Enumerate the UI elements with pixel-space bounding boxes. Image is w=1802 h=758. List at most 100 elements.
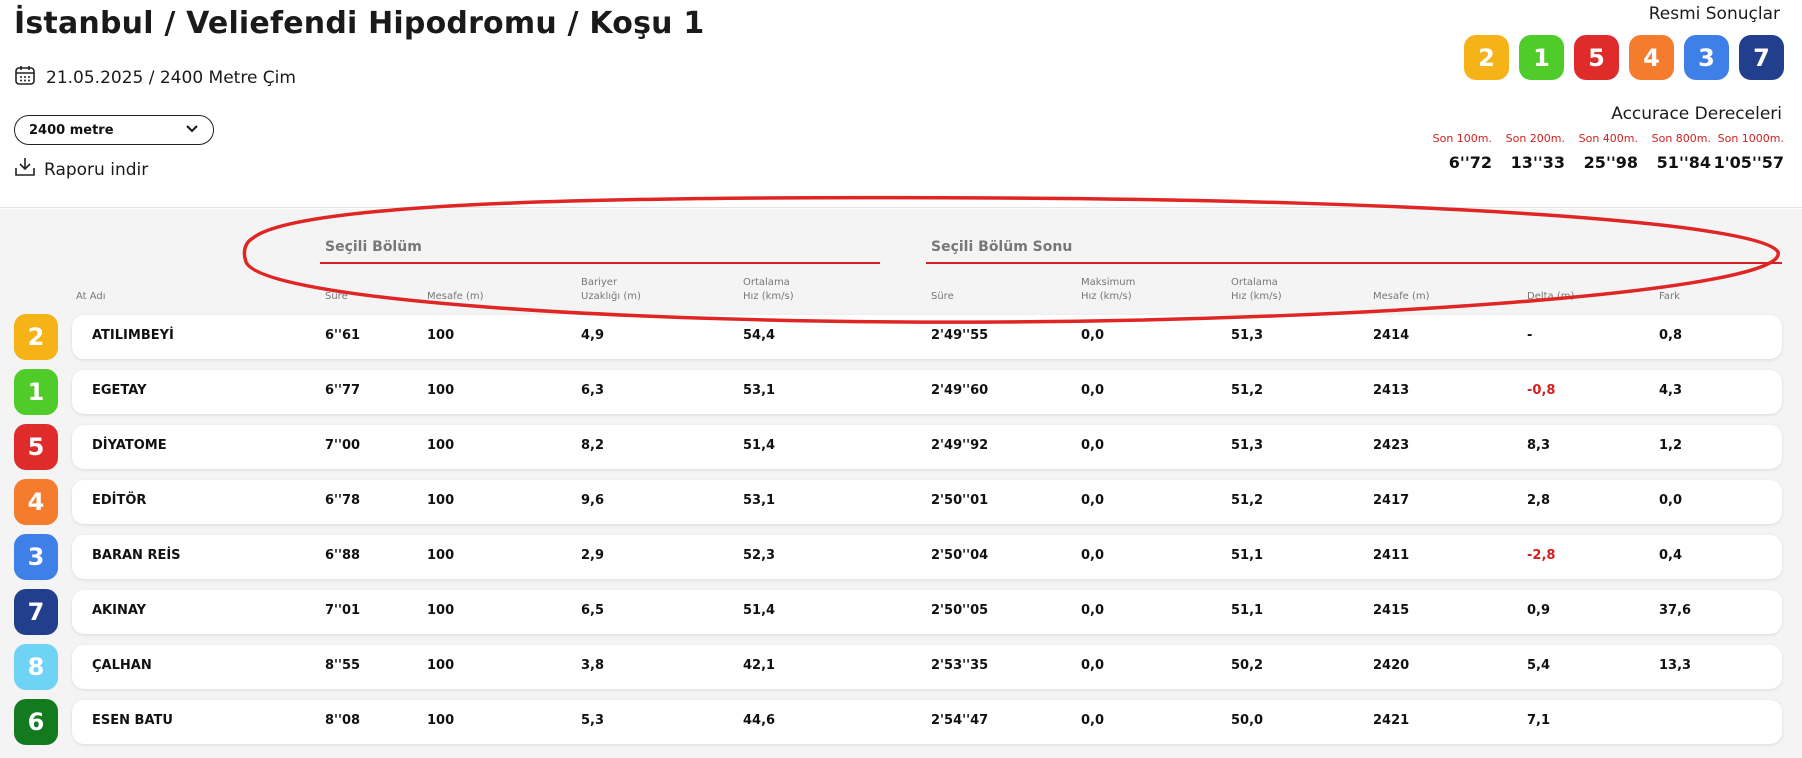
cell-time: 7''01 xyxy=(325,603,361,618)
cell-end-time: 2'49''60 xyxy=(931,383,989,398)
col-delta: Delta (m) xyxy=(1527,291,1575,302)
cell-distance: 100 xyxy=(427,438,455,453)
cell-barrier-distance: 5,3 xyxy=(581,713,605,728)
cell-delta: -2,8 xyxy=(1527,548,1556,563)
cell-avg-speed: 44,6 xyxy=(743,713,776,728)
cell-end-distance: 2420 xyxy=(1373,658,1410,673)
cell-diff: 37,6 xyxy=(1659,603,1692,618)
distance-select[interactable]: 2400 metre xyxy=(14,115,214,145)
cell-end-distance: 2414 xyxy=(1373,328,1410,343)
cell-barrier-distance: 6,5 xyxy=(581,603,605,618)
table-row[interactable]: 1 EGETAY 6''77 100 6,3 53,1 2'49''60 0,0 51,2 241… xyxy=(0,369,1802,415)
cell-end-avg-speed: 51,2 xyxy=(1231,493,1264,508)
accuracy-item-value: 51''84 xyxy=(1656,153,1711,172)
accuracy-item-label: Son 1000m. xyxy=(1717,132,1784,145)
cell-end-avg-speed: 50,0 xyxy=(1231,713,1264,728)
section-selected-underline xyxy=(320,262,880,264)
cell-avg-speed: 53,1 xyxy=(743,383,776,398)
cell-end-time: 2'50''01 xyxy=(931,493,989,508)
accuracy-label: Accurace Dereceleri xyxy=(1611,104,1782,124)
cell-delta: - xyxy=(1527,328,1533,343)
cell-max-speed: 0,0 xyxy=(1081,328,1105,343)
accuracy-item-value: 13''33 xyxy=(1510,153,1565,172)
cell-diff: 0,0 xyxy=(1659,493,1683,508)
cell-diff: 0,8 xyxy=(1659,328,1683,343)
cell-end-avg-speed: 51,3 xyxy=(1231,328,1264,343)
cell-end-time: 2'54''47 xyxy=(931,713,989,728)
table-row[interactable]: 3 BARAN REİS 6''88 100 2,9 52,3 2'50''04 0,0 51,… xyxy=(0,534,1802,580)
table-row[interactable]: 6 ESEN BATU 8''08 100 5,3 44,6 2'54''47 0,0 50,0… xyxy=(0,699,1802,745)
accuracy-item-label: Son 100m. xyxy=(1432,132,1492,145)
cell-horse-name: ÇALHAN xyxy=(92,658,152,673)
table-row[interactable]: 2 ATILIMBEYİ 6''61 100 4,9 54,4 2'49''55 0,0 51,… xyxy=(0,314,1802,360)
accuracy-item-label: Son 800m. xyxy=(1651,132,1711,145)
table-row[interactable]: 7 AKINAY 7''01 100 6,5 51,4 2'50''05 0,0 51,1 241… xyxy=(0,589,1802,635)
cell-max-speed: 0,0 xyxy=(1081,383,1105,398)
table-row[interactable]: 5 DİYATOME 7''00 100 8,2 51,4 2'49''92 0,0 51,3 2… xyxy=(0,424,1802,470)
cell-horse-name: ESEN BATU xyxy=(92,713,173,728)
table-row[interactable]: 4 EDİTÖR 6''78 100 9,6 53,1 2'50''01 0,0 51,2 241… xyxy=(0,479,1802,525)
cell-end-avg-speed: 50,2 xyxy=(1231,658,1264,673)
cell-end-distance: 2411 xyxy=(1373,548,1410,563)
table-row[interactable]: 8 ÇALHAN 8''55 100 3,8 42,1 2'53''35 0,0 50,2 242… xyxy=(0,644,1802,690)
cell-max-speed: 0,0 xyxy=(1081,438,1105,453)
cell-delta: -0,8 xyxy=(1527,383,1556,398)
race-date-info: 21.05.2025 / 2400 Metre Çim xyxy=(14,64,296,91)
cell-distance: 100 xyxy=(427,493,455,508)
cell-avg-speed: 42,1 xyxy=(743,658,776,673)
col-avg-line2: Hız (km/s) xyxy=(743,291,794,302)
accuracy-item-value: 25''98 xyxy=(1583,153,1638,172)
col-end-avg-line2: Hız (km/s) xyxy=(1231,291,1282,302)
col-diff: Fark xyxy=(1659,291,1680,302)
cell-barrier-distance: 8,2 xyxy=(581,438,605,453)
cell-diff: 0,4 xyxy=(1659,548,1683,563)
cell-delta: 5,4 xyxy=(1527,658,1551,673)
cell-diff: 4,3 xyxy=(1659,383,1683,398)
cell-time: 7''00 xyxy=(325,438,361,453)
accuracy-item: Son 1000m. 1'05''57 xyxy=(1711,132,1784,172)
accuracy-item: Son 100m. 6''72 xyxy=(1419,132,1492,172)
chevron-down-icon xyxy=(185,123,199,138)
col-end-distance: Mesafe (m) xyxy=(1373,291,1430,302)
col-barrier-line2: Uzaklığı (m) xyxy=(581,291,641,302)
result-badge: 7 xyxy=(1739,35,1784,80)
accuracy-item: Son 800m. 51''84 xyxy=(1638,132,1711,172)
download-report-button[interactable]: Raporu indir xyxy=(14,157,148,182)
date-distance-text: 21.05.2025 / 2400 Metre Çim xyxy=(46,67,296,88)
section-selected-end-underline xyxy=(926,262,1782,264)
cell-end-time: 2'49''92 xyxy=(931,438,989,453)
result-badge: 3 xyxy=(1684,35,1729,80)
download-icon xyxy=(14,157,36,182)
section-selected-end-title: Seçili Bölüm Sonu xyxy=(931,239,1073,255)
col-end-time: Süre xyxy=(931,291,954,302)
cell-delta: 7,1 xyxy=(1527,713,1551,728)
cell-delta: 2,8 xyxy=(1527,493,1551,508)
cell-horse-name: BARAN REİS xyxy=(92,548,181,563)
cell-time: 6''77 xyxy=(325,383,361,398)
cell-time: 6''61 xyxy=(325,328,361,343)
cell-time: 8''08 xyxy=(325,713,361,728)
result-badge: 2 xyxy=(1464,35,1509,80)
col-barrier-line1: Bariyer xyxy=(581,277,618,288)
cell-end-time: 2'49''55 xyxy=(931,328,989,343)
cell-end-time: 2'50''04 xyxy=(931,548,989,563)
cell-horse-name: EDİTÖR xyxy=(92,493,147,508)
col-time: Süre xyxy=(325,291,348,302)
cell-end-avg-speed: 51,2 xyxy=(1231,383,1264,398)
official-results-list: 215437 xyxy=(1464,35,1784,80)
calendar-icon xyxy=(14,64,36,91)
cell-distance: 100 xyxy=(427,603,455,618)
cell-barrier-distance: 3,8 xyxy=(581,658,605,673)
cell-time: 6''88 xyxy=(325,548,361,563)
horse-number-badge: 5 xyxy=(14,424,58,470)
cell-avg-speed: 52,3 xyxy=(743,548,776,563)
cell-diff: 1,2 xyxy=(1659,438,1683,453)
col-distance: Mesafe (m) xyxy=(427,291,484,302)
cell-end-time: 2'53''35 xyxy=(931,658,989,673)
cell-diff: 13,3 xyxy=(1659,658,1692,673)
accuracy-item-value: 1'05''57 xyxy=(1713,153,1784,172)
cell-end-avg-speed: 51,1 xyxy=(1231,603,1264,618)
accuracy-list: Son 100m. 6''72 Son 200m. 13''33 Son 400m. 25… xyxy=(1419,132,1784,172)
cell-end-avg-speed: 51,1 xyxy=(1231,548,1264,563)
horse-number-badge: 2 xyxy=(14,314,58,360)
